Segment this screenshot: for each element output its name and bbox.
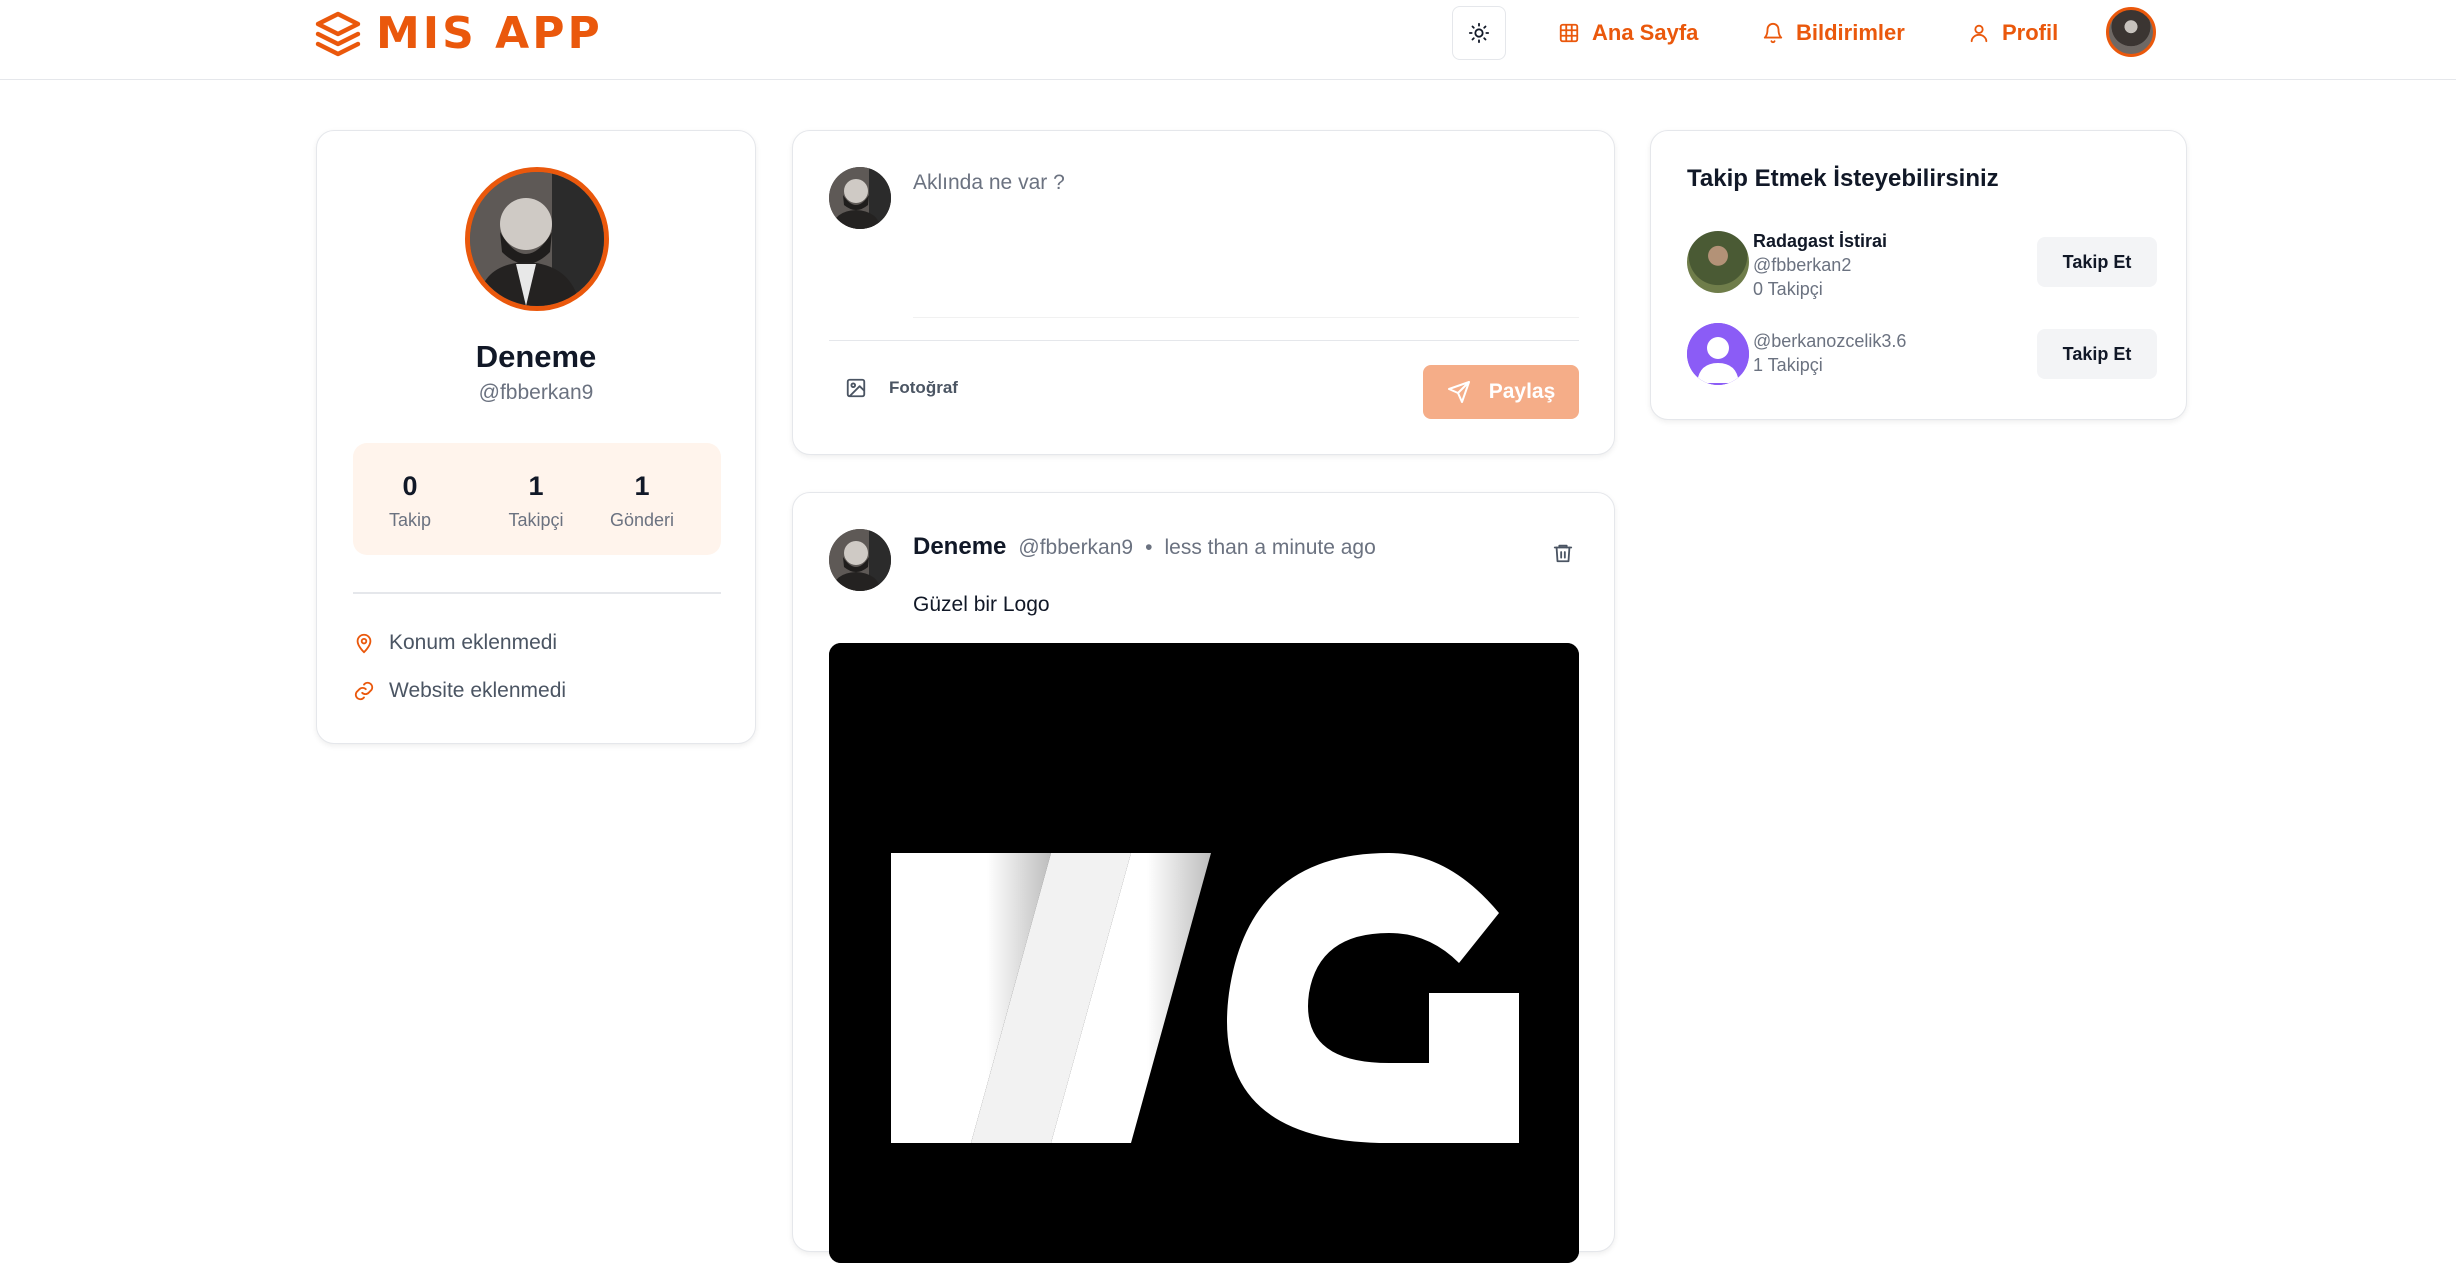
post-text: Güzel bir Logo bbox=[913, 593, 1050, 616]
suggestions-card: Takip Etmek İsteyebilirsiniz Radagast İs… bbox=[1650, 130, 2187, 420]
profile-name: Deneme bbox=[475, 339, 597, 374]
post-separator: • bbox=[1145, 536, 1153, 559]
suggestion-info[interactable]: @berkanozcelik3.6 1 Takipçi bbox=[1753, 329, 1906, 377]
delete-post-button[interactable] bbox=[1548, 538, 1578, 568]
stat-following[interactable]: 0 Takip bbox=[355, 471, 465, 531]
stat-posts[interactable]: 1 Gönderi bbox=[587, 471, 697, 531]
stat-following-label: Takip bbox=[388, 510, 432, 530]
suggestion-followers: 0 Takipçi bbox=[1753, 279, 1823, 299]
nav-home-label: Ana Sayfa bbox=[1592, 20, 1699, 45]
composer-avatar bbox=[829, 167, 891, 229]
post-timestamp: less than a minute ago bbox=[1164, 536, 1376, 559]
stat-followers-count: 1 bbox=[528, 471, 544, 501]
header-avatar[interactable] bbox=[2106, 7, 2156, 57]
link-icon bbox=[354, 681, 374, 701]
follow-button[interactable]: Takip Et bbox=[2037, 237, 2157, 287]
grid-icon bbox=[1559, 23, 1579, 43]
composer-divider bbox=[829, 340, 1579, 341]
stat-followers-label: Takipçi bbox=[508, 510, 564, 530]
stat-posts-count: 1 bbox=[634, 471, 650, 501]
nav-notifications-label: Bildirimler bbox=[1796, 20, 1905, 45]
map-pin-icon bbox=[356, 633, 372, 654]
suggestion-handle: @berkanozcelik3.6 bbox=[1753, 331, 1907, 351]
send-icon bbox=[1447, 381, 1470, 403]
profile-location-text: Konum eklenmedi bbox=[389, 631, 558, 654]
post-image-logo bbox=[829, 643, 1579, 1263]
nav-notifications[interactable]: Bildirimler bbox=[1762, 16, 1905, 50]
bell-icon bbox=[1763, 23, 1783, 44]
post-card: Deneme @fbberkan9 • less than a minute a… bbox=[792, 492, 1615, 1263]
suggestion-avatar-default[interactable] bbox=[1687, 323, 1749, 385]
post-author-handle[interactable]: @fbberkan9 bbox=[1018, 536, 1133, 560]
avatar-photo bbox=[829, 529, 891, 591]
suggestion-handle: @fbberkan2 bbox=[1753, 255, 1852, 275]
profile-location: Konum eklenmedi bbox=[353, 631, 557, 655]
profile-website-text: Website eklenmedi bbox=[389, 679, 567, 702]
layers-icon bbox=[315, 11, 361, 56]
stat-following-count: 0 bbox=[402, 471, 418, 501]
trash-icon bbox=[1553, 544, 1573, 563]
nav-profile-label: Profil bbox=[2002, 20, 2059, 45]
suggestions-title: Takip Etmek İsteyebilirsiniz bbox=[1687, 165, 1999, 192]
suggestion-item: Radagast İstirai @fbberkan2 0 Takipçi Ta… bbox=[1687, 229, 2157, 299]
avatar-photo bbox=[470, 172, 604, 306]
post-composer: Fotoğraf Paylaş bbox=[792, 130, 1615, 455]
post-header: Deneme @fbberkan9 • less than a minute a… bbox=[913, 533, 1376, 561]
stat-followers[interactable]: 1 Takipçi bbox=[481, 471, 591, 531]
theme-toggle-button[interactable] bbox=[1452, 6, 1506, 60]
stat-posts-label: Gönderi bbox=[609, 510, 675, 530]
add-photo-label: Fotoğraf bbox=[889, 378, 958, 397]
profile-card: Deneme @fbberkan9 0 Takip 1 Takipçi 1 Gö… bbox=[316, 130, 756, 744]
suggestion-avatar[interactable] bbox=[1687, 231, 1749, 293]
profile-divider bbox=[353, 592, 721, 594]
avatar-photo bbox=[829, 167, 891, 229]
post-input[interactable] bbox=[913, 167, 1579, 317]
suggestion-item: @berkanozcelik3.6 1 Takipçi Takip Et bbox=[1687, 321, 2157, 387]
profile-avatar[interactable] bbox=[465, 167, 609, 311]
post-author-avatar[interactable] bbox=[829, 529, 891, 591]
share-label: Paylaş bbox=[1488, 380, 1556, 403]
post-image[interactable] bbox=[829, 643, 1579, 1263]
profile-handle: @fbberkan9 bbox=[478, 381, 594, 404]
share-button[interactable]: Paylaş bbox=[1423, 365, 1579, 419]
user-placeholder-icon bbox=[1687, 323, 1749, 385]
suggestion-name: Radagast İstirai bbox=[1753, 231, 1888, 251]
profile-website: Website eklenmedi bbox=[353, 679, 566, 703]
app-name: MIS APP bbox=[376, 8, 603, 59]
suggestion-info[interactable]: Radagast İstirai @fbberkan2 0 Takipçi bbox=[1753, 229, 1887, 301]
user-icon bbox=[1970, 24, 1988, 43]
app-logo[interactable]: MIS APP bbox=[314, 8, 603, 59]
nav-home[interactable]: Ana Sayfa bbox=[1558, 16, 1698, 50]
suggestion-followers: 1 Takipçi bbox=[1753, 355, 1823, 375]
post-author-name[interactable]: Deneme bbox=[913, 533, 1006, 561]
top-navbar: MIS APP Ana Sayfa Bildirimler Profil bbox=[0, 0, 2456, 80]
sun-icon bbox=[1468, 22, 1490, 44]
image-icon bbox=[846, 378, 866, 398]
follow-button[interactable]: Takip Et bbox=[2037, 329, 2157, 379]
add-photo-button[interactable]: Fotoğraf bbox=[845, 377, 958, 399]
nav-profile[interactable]: Profil bbox=[1968, 16, 2058, 50]
profile-stats: 0 Takip 1 Takipçi 1 Gönderi bbox=[353, 443, 721, 555]
